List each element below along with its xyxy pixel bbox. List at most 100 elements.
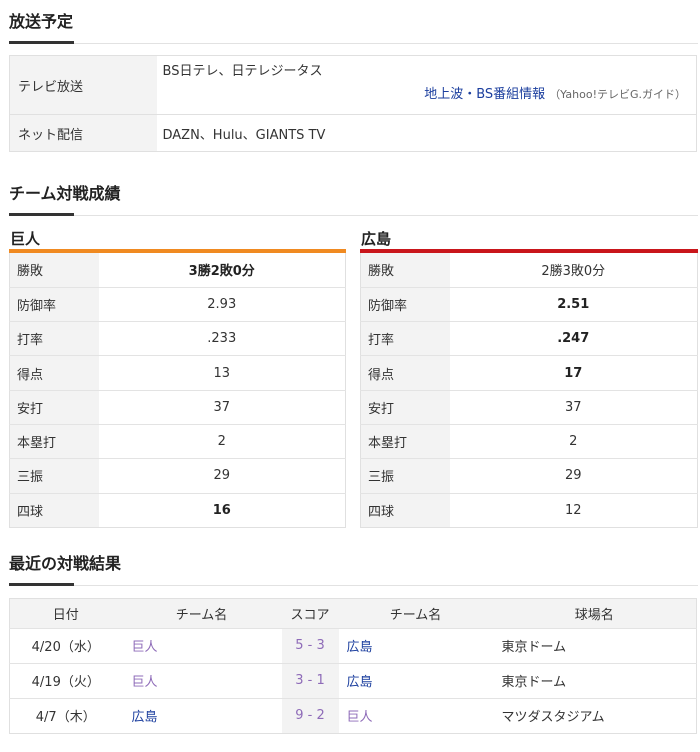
results-header-row: 日付 チーム名 スコア チーム名 球場名 xyxy=(9,598,697,629)
guide-link[interactable]: 地上波・BS番組情報 xyxy=(424,87,545,102)
stat-label: 安打 xyxy=(9,389,99,425)
result-stadium: 東京ドーム xyxy=(501,675,567,691)
stat-value: 16 xyxy=(98,492,346,528)
header-team1: チーム名 xyxy=(121,598,282,629)
result-team1-link-cell: 巨人 xyxy=(121,662,282,699)
result-score-link[interactable]: 5 - 3 xyxy=(295,638,325,653)
result-date-cell: 4/19（火） xyxy=(9,662,122,699)
header-date: 日付 xyxy=(9,598,122,629)
stat-value: 37 xyxy=(98,389,346,425)
result-team2-link[interactable]: 巨人 xyxy=(347,710,373,725)
stats-row: 三振 29 xyxy=(9,458,346,494)
stats-row: 防御率 2.93 xyxy=(9,286,346,322)
stat-label: 三振 xyxy=(9,458,99,494)
result-date: 4/20（水） xyxy=(31,640,100,656)
header-stadium: 球場名 xyxy=(492,598,697,629)
stats-table: 勝敗 2勝3敗0分 防御率 2.51 打率 .247 得点 17 安打 37 本塁打 2 三振 29 四球 1… xyxy=(360,253,698,528)
stat-label: 得点 xyxy=(360,355,450,391)
header-score: スコア xyxy=(281,598,339,629)
results-section-title: 最近の対戦結果 xyxy=(9,542,698,586)
stat-value: 2.93 xyxy=(98,286,346,322)
team-stats-away: 広島 勝敗 2勝3敗0分防御率 2.51 打率 .247 得点 17 安打 37 本塁打 2 三振 29… xyxy=(360,225,698,528)
stat-value: 37 xyxy=(449,389,698,425)
result-stadium-cell: マツダスタジアム xyxy=(492,697,697,734)
stat-value: .247 xyxy=(449,321,698,356)
stat-value: 17 xyxy=(449,355,698,391)
result-score-link[interactable]: 3 - 1 xyxy=(295,673,325,688)
guide-line: 地上波・BS番組情報 （Yahoo!テレビG.ガイド） xyxy=(163,83,697,102)
stat-label: 四球 xyxy=(360,492,450,528)
stat-value: 13 xyxy=(98,355,346,391)
result-row: 4/19（火） 巨人 3 - 1 広島 東京ドーム xyxy=(9,662,697,699)
net-value: DAZN、Hulu、GIANTS TV xyxy=(156,114,697,152)
stats-row: 得点 13 xyxy=(9,355,346,391)
net-row: ネット配信 DAZN、Hulu、GIANTS TV xyxy=(9,114,697,152)
stat-label: 防御率 xyxy=(9,286,99,322)
result-score-link-cell: 9 - 2 xyxy=(281,697,339,734)
result-team2-link-cell: 巨人 xyxy=(338,697,493,734)
results-rows: 4/20（水） 巨人 5 - 3 広島 東京ドーム 4/19（火） 巨人 3 - 1 広島 東京ド… xyxy=(9,627,697,734)
team-stats-home: 巨人 勝敗 3勝2敗0分 防御率 2.93 打率 .233 得点 13 安打 37 本塁打 2 三振 29… xyxy=(9,225,346,528)
stats-row: 勝敗 3勝2敗0分 xyxy=(9,253,346,288)
stats-row: 勝敗 2勝3敗0分 xyxy=(360,253,698,288)
stats-rows: 勝敗 3勝2敗0分 防御率 2.93 打率 .233 得点 13 安打 37 本塁打 2 三振 29 四球 1… xyxy=(9,253,346,528)
stat-label: 安打 xyxy=(360,389,450,425)
broadcast-table: テレビ放送 BS日テレ、日テレジータス 地上波・BS番組情報 （Yahoo!テレビ… xyxy=(9,55,697,152)
stat-value: 2 xyxy=(98,423,346,459)
stat-label: 本塁打 xyxy=(9,423,99,459)
tv-value-cell: BS日テレ、日テレジータス 地上波・BS番組情報 （Yahoo!テレビG.ガイド） xyxy=(157,56,697,115)
result-stadium: マツダスタジアム xyxy=(501,710,605,726)
stat-value: 29 xyxy=(449,458,698,494)
stats-row: 四球 16 xyxy=(9,492,346,528)
stats-section-title: チーム対戦成績 xyxy=(9,172,698,216)
stat-value: 2勝3敗0分 xyxy=(541,264,606,280)
result-stadium: 東京ドーム xyxy=(501,640,567,656)
result-score-link-cell: 5 - 3 xyxy=(281,627,339,664)
guide-source: （Yahoo!テレビG.ガイド） xyxy=(549,88,686,101)
stat-label: 勝敗 xyxy=(360,253,450,288)
page: 放送予定 テレビ放送 BS日テレ、日テレジータス 地上波・BS番組情報 （Yaho… xyxy=(0,0,700,752)
stats-row: 本塁打 2 xyxy=(360,423,698,459)
tv-row: テレビ放送 BS日テレ、日テレジータス 地上波・BS番組情報 （Yahoo!テレビ… xyxy=(9,55,697,115)
result-score-link[interactable]: 9 - 2 xyxy=(295,708,325,723)
result-team2-link[interactable]: 広島 xyxy=(347,675,373,690)
result-date-cell: 4/7（木） xyxy=(9,697,122,734)
stat-label: 本塁打 xyxy=(360,423,450,459)
team-name-header: 広島 xyxy=(360,225,698,253)
stats-row: 安打 37 xyxy=(360,389,698,425)
result-stadium-cell: 東京ドーム xyxy=(492,662,697,699)
result-team2-link-cell: 広島 xyxy=(338,627,493,664)
stats-row: 本塁打 2 xyxy=(9,423,346,459)
stats-row: 得点 17 xyxy=(360,355,698,391)
result-team1-link[interactable]: 巨人 xyxy=(132,640,158,655)
result-row: 4/7（木） 広島 9 - 2 巨人 マツダスタジアム xyxy=(9,697,697,734)
net-label: ネット配信 xyxy=(9,114,157,152)
stats-row: 三振 29 xyxy=(360,458,698,494)
tv-value: BS日テレ、日テレジータス xyxy=(162,64,323,79)
stats-row: 四球 12 xyxy=(360,492,698,528)
broadcast-section-title: 放送予定 xyxy=(9,0,698,44)
stat-value: 3勝2敗0分 xyxy=(188,264,255,280)
stats-table: 勝敗 3勝2敗0分 防御率 2.93 打率 .233 得点 13 安打 37 本塁打 2 三振 29 四球 1… xyxy=(9,253,346,528)
result-date: 4/19（火） xyxy=(31,675,100,691)
stat-value: 29 xyxy=(98,458,346,494)
result-team2-link-cell: 広島 xyxy=(338,662,493,699)
stat-label: 防御率 xyxy=(360,286,450,322)
result-team2-link[interactable]: 広島 xyxy=(347,640,373,655)
stats-row: 防御率 2.51 xyxy=(360,286,698,322)
stats-row: 打率 .247 xyxy=(360,321,698,356)
stat-value: 2 xyxy=(449,423,698,459)
team-stats: 巨人 勝敗 3勝2敗0分 防御率 2.93 打率 .233 得点 13 安打 37 本塁打 2 三振 29… xyxy=(9,225,698,528)
team-name-header: 巨人 xyxy=(9,225,346,253)
result-team1-link[interactable]: 巨人 xyxy=(132,675,158,690)
stat-value: 12 xyxy=(449,492,698,528)
result-team1-link[interactable]: 広島 xyxy=(132,710,158,725)
result-stadium-cell: 東京ドーム xyxy=(492,627,697,664)
result-row: 4/20（水） 巨人 5 - 3 広島 東京ドーム xyxy=(9,627,697,664)
result-team1-link-cell: 巨人 xyxy=(121,627,282,664)
results-table: 日付 チーム名 スコア チーム名 球場名 4/20（水） 巨人 5 - 3 広島 東京ド… xyxy=(9,597,697,734)
stat-label: 三振 xyxy=(360,458,450,494)
result-date: 4/7（木） xyxy=(35,710,96,726)
stat-value: 2.51 xyxy=(449,286,698,322)
tv-label: テレビ放送 xyxy=(9,55,157,115)
